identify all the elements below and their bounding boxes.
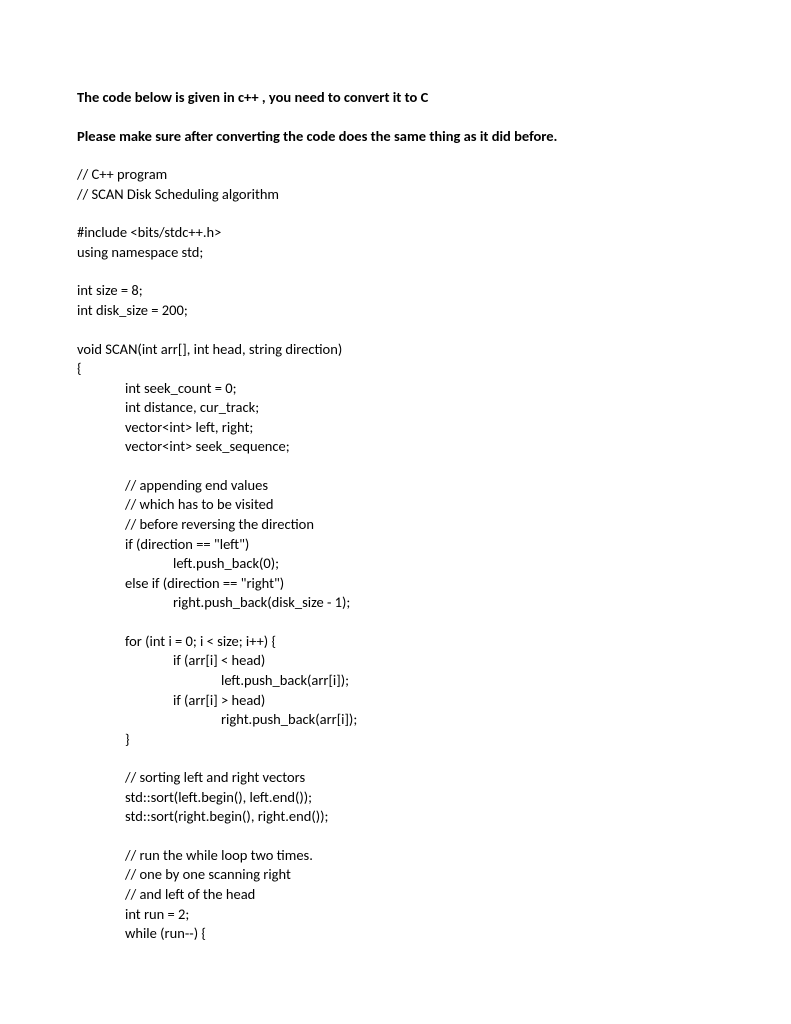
code-line: // and left of the head bbox=[77, 885, 714, 905]
code-line: // run the while loop two times. bbox=[77, 846, 714, 866]
heading-instruction-1: The code below is given in c++ , you nee… bbox=[77, 88, 714, 108]
code-line: std::sort(left.begin(), left.end()); bbox=[77, 788, 714, 808]
code-line: left.push_back(0); bbox=[77, 554, 714, 574]
code-line: vector<int> seek_sequence; bbox=[77, 437, 714, 457]
code-line: // C++ program bbox=[77, 165, 714, 185]
code-line: } bbox=[77, 730, 714, 750]
code-line: right.push_back(arr[i]); bbox=[77, 710, 714, 730]
code-line: while (run--) { bbox=[77, 924, 714, 944]
code-line: left.push_back(arr[i]); bbox=[77, 671, 714, 691]
code-line: if (arr[i] > head) bbox=[77, 691, 714, 711]
code-line: { bbox=[77, 359, 714, 379]
code-line: // SCAN Disk Scheduling algorithm bbox=[77, 185, 714, 205]
code-line: using namespace std; bbox=[77, 243, 714, 263]
code-line: if (arr[i] < head) bbox=[77, 651, 714, 671]
code-line: std::sort(right.begin(), right.end()); bbox=[77, 807, 714, 827]
code-line: // which has to be visited bbox=[77, 495, 714, 515]
code-line: right.push_back(disk_size - 1); bbox=[77, 593, 714, 613]
code-line: int size = 8; bbox=[77, 281, 714, 301]
code-line: for (int i = 0; i < size; i++) { bbox=[77, 632, 714, 652]
code-line: void SCAN(int arr[], int head, string di… bbox=[77, 340, 714, 360]
code-line: vector<int> left, right; bbox=[77, 418, 714, 438]
code-line: // appending end values bbox=[77, 476, 714, 496]
code-line: // one by one scanning right bbox=[77, 865, 714, 885]
code-line: int distance, cur_track; bbox=[77, 398, 714, 418]
code-line: // before reversing the direction bbox=[77, 515, 714, 535]
code-line: int disk_size = 200; bbox=[77, 301, 714, 321]
code-line: // sorting left and right vectors bbox=[77, 768, 714, 788]
code-line: if (direction == "left") bbox=[77, 535, 714, 555]
code-line: #include <bits/stdc++.h> bbox=[77, 223, 714, 243]
code-line: else if (direction == "right") bbox=[77, 574, 714, 594]
heading-instruction-2: Please make sure after converting the co… bbox=[77, 127, 714, 147]
code-line: int seek_count = 0; bbox=[77, 379, 714, 399]
code-line: int run = 2; bbox=[77, 905, 714, 925]
